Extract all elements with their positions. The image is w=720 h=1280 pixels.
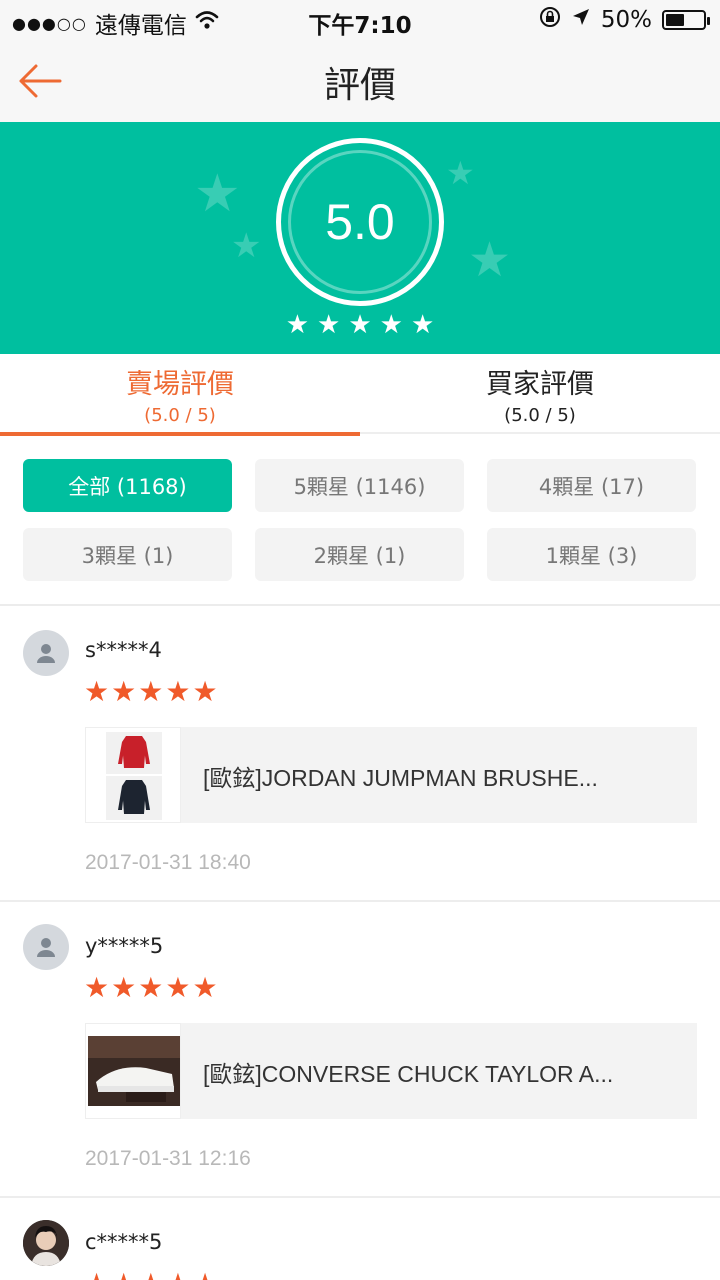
star-icon: ★ — [165, 675, 191, 708]
product-thumbnail — [85, 727, 181, 823]
score-ring: 5.0 — [276, 138, 444, 306]
star-icon: ★ — [84, 1270, 109, 1280]
reviewer-name: c*****5 — [85, 1230, 163, 1254]
battery-fill — [666, 14, 684, 26]
decorative-star-icon: ★ — [231, 226, 262, 266]
star-icon: ★ — [165, 971, 191, 1004]
product-name: [歐鉉]CONVERSE CHUCK TAYLOR A... — [203, 1061, 614, 1087]
review-time: 2017-01-31 18:40 — [85, 851, 251, 874]
filter-all[interactable]: 全部 (1168) — [23, 459, 232, 512]
product-thumbnail — [85, 1023, 181, 1119]
star-icon: ★ — [84, 675, 110, 708]
decorative-star-icon: ★ — [446, 154, 475, 192]
review-stars: ★★★★★ — [84, 1270, 218, 1280]
star-icon: ★ — [111, 675, 137, 708]
star-icon: ★ — [138, 971, 164, 1004]
review-item: c*****5 ★★★★★ — [0, 1198, 720, 1280]
score-ring-inner: 5.0 — [288, 150, 432, 294]
avatar[interactable] — [23, 1220, 69, 1266]
avatar[interactable] — [23, 924, 69, 970]
filter-3-stars[interactable]: 3顆星 (1) — [23, 528, 232, 581]
battery-percent: 50% — [600, 7, 652, 33]
reviewer-name: s*****4 — [85, 638, 162, 662]
star-icon: ★ — [111, 971, 137, 1004]
product-card[interactable]: [歐鉉]JORDAN JUMPMAN BRUSHE... — [85, 727, 697, 823]
star-icon: ★ — [165, 1270, 190, 1280]
star-icon: ★ — [138, 1270, 163, 1280]
decorative-star-icon: ★ — [468, 232, 512, 288]
review-tabs: 賣場評價 (5.0 / 5) 買家評價 (5.0 / 5) — [0, 354, 720, 436]
rating-summary: ★ ★ ★ ★ 5.0 ★ ★ ★ ★ ★ — [0, 122, 720, 354]
star-icon: ★ — [410, 310, 435, 340]
star-icon: ★ — [379, 310, 403, 340]
rotation-lock-icon — [539, 6, 561, 34]
product-name: [歐鉉]JORDAN JUMPMAN BRUSHE... — [203, 765, 598, 791]
nav-bar: 評價 — [0, 40, 720, 122]
status-right: 50% — [539, 6, 710, 34]
tab-buyer-reviews[interactable]: 買家評價 (5.0 / 5) — [360, 354, 720, 434]
review-item: y*****5 ★ ★ ★ ★ ★ [歐鉉]CONVERSE CHUCK TAYLOR … — [0, 902, 720, 1196]
star-icon: ★ — [192, 1270, 217, 1280]
star-icon: ★ — [111, 1270, 136, 1280]
star-icon: ★ — [192, 675, 218, 708]
page-title: 評價 — [323, 65, 396, 106]
tab-label: 賣場評價 — [126, 369, 234, 400]
filter-2-stars[interactable]: 2顆星 (1) — [255, 528, 464, 581]
review-time: 2017-01-31 12:16 — [85, 1147, 251, 1170]
star-icon: ★ — [138, 675, 164, 708]
star-icon: ★ — [285, 310, 310, 340]
tab-score: (5.0 / 5) — [504, 405, 576, 426]
review-item: s*****4 ★ ★ ★ ★ ★ [歐鉉]JORDAN JUMPMAN BRUSHE.… — [0, 606, 720, 900]
average-score: 5.0 — [325, 194, 395, 250]
tab-shop-reviews[interactable]: 賣場評價 (5.0 / 5) — [0, 354, 360, 436]
tab-score: (5.0 / 5) — [144, 405, 216, 426]
decorative-star-icon: ★ — [194, 164, 241, 224]
reviewer-name: y*****5 — [85, 934, 164, 958]
star-icon: ★ — [84, 971, 110, 1004]
star-icon: ★ — [192, 971, 218, 1004]
location-arrow-icon — [571, 7, 591, 33]
avatar[interactable] — [23, 630, 69, 676]
filter-4-stars[interactable]: 4顆星 (17) — [487, 459, 696, 512]
battery-icon — [662, 10, 710, 30]
review-stars: ★★★★★ — [84, 678, 218, 706]
filter-5-stars[interactable]: 5顆星 (1146) — [255, 459, 464, 512]
star-icon: ★ — [348, 310, 372, 340]
product-card[interactable]: [歐鉉]CONVERSE CHUCK TAYLOR A... — [85, 1023, 697, 1119]
summary-stars: ★ ★ ★ ★ ★ — [0, 312, 720, 338]
user-photo-icon — [23, 1220, 69, 1266]
status-bar: ●●●○○ 遠傳電信 下午7:10 50% — [0, 0, 720, 40]
tab-label: 買家評價 — [486, 369, 594, 400]
review-stars: ★★★★★ — [84, 974, 218, 1002]
filter-1-star[interactable]: 1顆星 (3) — [487, 528, 696, 581]
user-icon — [37, 938, 55, 957]
rating-filters: 全部 (1168) 5顆星 (1146) 4顆星 (17) 3顆星 (1) 2顆… — [23, 459, 697, 581]
user-icon — [37, 644, 55, 663]
star-icon: ★ — [317, 310, 341, 340]
